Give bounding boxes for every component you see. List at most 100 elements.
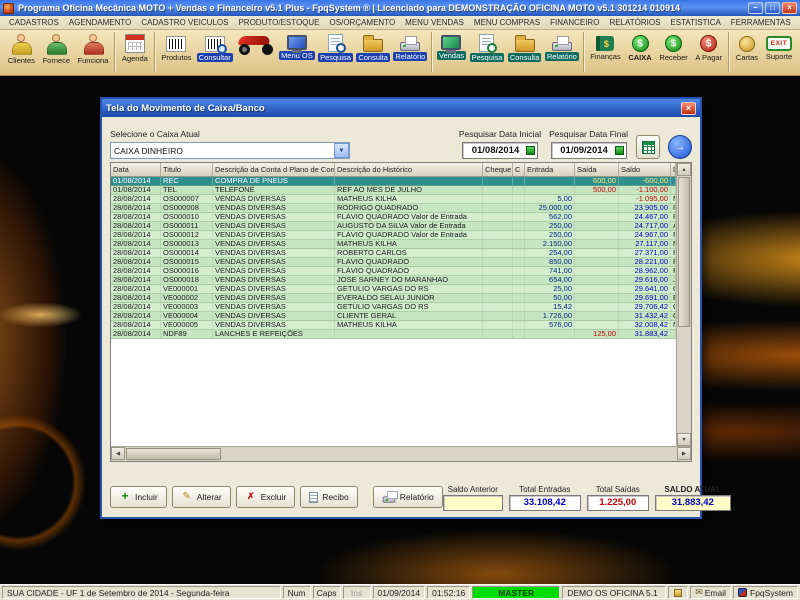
menu-item-cadastro-veiculos[interactable]: CADASTRO VEICULOS: [136, 18, 233, 27]
toolbar-button-agenda[interactable]: Agenda: [118, 32, 152, 74]
menu-item-ajuda[interactable]: AJUDA: [796, 18, 800, 27]
scroll-right-icon[interactable]: ▶: [677, 447, 691, 460]
date-picker-icon[interactable]: [614, 146, 624, 155]
toolbar-button-relat-rio[interactable]: Relatório: [392, 32, 429, 74]
toolbar-button-cartas[interactable]: Cartas: [732, 32, 762, 74]
maximize-icon[interactable]: [765, 2, 780, 14]
recibo-button[interactable]: Recibo: [300, 486, 358, 508]
table-row[interactable]: 28/08/2014 OS000008 VENDAS DIVERSAS RODRIGO…: [111, 204, 676, 213]
cell: 28/08/2014: [111, 330, 161, 338]
table-row[interactable]: 28/08/2014 VE000002 VENDAS DIVERSAS EVERALD…: [111, 294, 676, 303]
table-row[interactable]: 28/08/2014 OS000016 VENDAS DIVERSAS FLÁVIO …: [111, 267, 676, 276]
close-icon[interactable]: [782, 2, 797, 14]
vertical-scroll-track[interactable]: [677, 328, 691, 433]
table-row[interactable]: 01/08/2014 REC COMPRA DE PNEUS 600,00 -600,0…: [111, 177, 676, 186]
horizontal-scrollbar[interactable]: ◀ ▶: [111, 446, 691, 461]
menu-item-agendamento[interactable]: AGENDAMENTO: [64, 18, 137, 27]
toolbar-button-fornece[interactable]: Fornece: [39, 32, 74, 74]
toolbar-button-consultar[interactable]: Consultar: [195, 32, 234, 74]
saldo-atual: SALDO ATUAL 31.883,42: [654, 485, 731, 511]
menu-item-ferramentas[interactable]: FERRAMENTAS: [726, 18, 796, 27]
table-row[interactable]: 28/08/2014 OS000013 VENDAS DIVERSAS MATHEUS…: [111, 240, 676, 249]
menu-item-financeiro[interactable]: FINANCEIRO: [545, 18, 604, 27]
column-header-titulo[interactable]: Titulo: [161, 163, 213, 176]
toolbar-button-relat-rio[interactable]: Relatório: [543, 32, 580, 74]
toolbar-button-pesquisa[interactable]: Pesquisa: [468, 32, 506, 74]
tray-icon[interactable]: [674, 588, 683, 597]
vertical-scroll-thumb[interactable]: [678, 177, 690, 327]
toolbar-button-produtos[interactable]: Produtos: [158, 32, 195, 74]
dialog-title-bar[interactable]: Tela do Movimento de Caixa/Banco: [102, 99, 700, 117]
toolbar-button-finan-as[interactable]: Finanças: [587, 32, 625, 74]
status-email[interactable]: ✉ Email: [690, 586, 731, 599]
table-row[interactable]: 28/08/2014 OS000018 VENDAS DIVERSAS JOSE SA…: [111, 276, 676, 285]
barcode-icon: [166, 36, 187, 52]
caixa-select[interactable]: CAIXA DINHEIRO ▼: [110, 142, 350, 159]
table-row[interactable]: 28/08/2014 OS000010 VENDAS DIVERSAS FLÁVIO …: [111, 213, 676, 222]
toolbar-button-receber[interactable]: Receber: [656, 32, 692, 74]
incluir-button[interactable]: Incluir: [110, 486, 167, 508]
table-row[interactable]: 28/08/2014 OS000012 VENDAS DIVERSAS FLÁVIO …: [111, 231, 676, 240]
menu-item-cadastros[interactable]: CADASTROS: [4, 18, 64, 27]
column-header-saldo[interactable]: Saldo: [619, 163, 671, 176]
menu-item-os-or-amento[interactable]: OS/ORÇAMENTO: [325, 18, 401, 27]
scroll-down-icon[interactable]: ▼: [677, 433, 691, 446]
scroll-left-icon[interactable]: ◀: [111, 447, 125, 460]
menu-item-estatistica[interactable]: ESTATISTICA: [665, 18, 725, 27]
cell: VENDAS DIVERSAS: [213, 267, 335, 275]
toolbar-button-consulta[interactable]: Consulta: [506, 32, 543, 74]
vertical-scrollbar[interactable]: ▲ ▼: [676, 163, 691, 446]
horizontal-scroll-thumb[interactable]: [126, 448, 221, 460]
cell: GETULIO VARGAS DO RS: [335, 303, 483, 311]
table-row[interactable]: 28/08/2014 OS000015 VENDAS DIVERSAS FLÁVIO …: [111, 258, 676, 267]
dialog-close-icon[interactable]: [681, 101, 696, 115]
table-row[interactable]: 28/08/2014 VE000001 VENDAS DIVERSAS GETULIO…: [111, 285, 676, 294]
toolbar-button-consulta[interactable]: Consulta: [355, 32, 392, 74]
total-saidas: Total Saídas 1.225,00: [586, 485, 649, 511]
date-start-field[interactable]: 01/08/2014: [461, 142, 538, 159]
column-header-descri-o-do-hist-rico[interactable]: Descrição do Histórico: [335, 163, 483, 176]
toolbar-button-a-pagar[interactable]: A Pagar: [692, 32, 726, 74]
menu-item-menu-compras[interactable]: MENU COMPRAS: [469, 18, 545, 27]
excluir-button[interactable]: Excluir: [235, 486, 296, 508]
table-row[interactable]: 28/08/2014 VE000005 VENDAS DIVERSAS MATHEUS…: [111, 321, 676, 330]
horizontal-scroll-track[interactable]: [222, 447, 677, 461]
table-row[interactable]: 28/08/2014 VE000003 VENDAS DIVERSAS GETULIO…: [111, 303, 676, 312]
table-row[interactable]: 28/08/2014 VE000004 VENDAS DIVERSAS CLIENTE…: [111, 312, 676, 321]
table-row[interactable]: 28/08/2014 OS000007 VENDAS DIVERSAS MATHEUS…: [111, 195, 676, 204]
column-header-descri-o-da-conta-d-plano-de-contas[interactable]: Descrição da Conta d Plano de Contas: [213, 163, 335, 176]
table-row[interactable]: 28/08/2014 OS000014 VENDAS DIVERSAS ROBERTO…: [111, 249, 676, 258]
menu-item-menu-vendas[interactable]: MENU VENDAS: [400, 18, 469, 27]
menu-item-relat-rios[interactable]: RELATÓRIOS: [604, 18, 665, 27]
toolbar-button-menu-os[interactable]: Menu OS: [277, 32, 316, 74]
alterar-button[interactable]: Alterar: [171, 486, 231, 508]
toolbar-button-caixa[interactable]: CAIXA: [624, 32, 655, 74]
toolbar-button-funciona[interactable]: Funciona: [74, 32, 112, 74]
toolbar-button-vendas[interactable]: Vendas: [435, 32, 468, 74]
menu-item-produto-estoque[interactable]: PRODUTO/ESTOQUE: [233, 18, 324, 27]
column-header-data[interactable]: Data: [111, 163, 161, 176]
column-header-sa-da[interactable]: Saída: [575, 163, 619, 176]
combo-dropdown-icon[interactable]: ▼: [334, 143, 349, 158]
table-row[interactable]: 28/08/2014 NDF89 LANCHES E REFEIÇÕES 125,00…: [111, 330, 676, 339]
toolbar-button-suporte[interactable]: EXIT Suporte: [762, 32, 796, 74]
relat-rio-button[interactable]: Relatório: [372, 486, 443, 508]
column-header-entrada[interactable]: Entrada: [525, 163, 575, 176]
toolbar-button-motorcycle-icon[interactable]: [234, 32, 277, 74]
date-picker-icon[interactable]: [525, 146, 535, 155]
search-go-button[interactable]: →: [668, 135, 692, 159]
cell: -1.095,00: [619, 195, 671, 203]
minimize-icon[interactable]: [748, 2, 763, 14]
cell: 654,00: [525, 276, 575, 284]
column-header-cheque[interactable]: Cheque: [483, 163, 513, 176]
toolbar-button-pesquisa[interactable]: Pesquisa: [316, 32, 354, 74]
cell: [513, 213, 525, 221]
toolbar-button-clientes[interactable]: Clientes: [4, 32, 39, 74]
column-header-c[interactable]: C: [513, 163, 525, 176]
scroll-up-icon[interactable]: ▲: [677, 163, 691, 176]
table-row[interactable]: 28/08/2014 OS000011 VENDAS DIVERSAS AUGUSTO…: [111, 222, 676, 231]
date-end-field[interactable]: 01/09/2014: [550, 142, 627, 159]
folder-blue-icon: [363, 35, 384, 52]
export-button[interactable]: [636, 135, 660, 159]
table-row[interactable]: 01/08/2014 TEL TELEFONE REF AO MES DE JULHO…: [111, 186, 676, 195]
